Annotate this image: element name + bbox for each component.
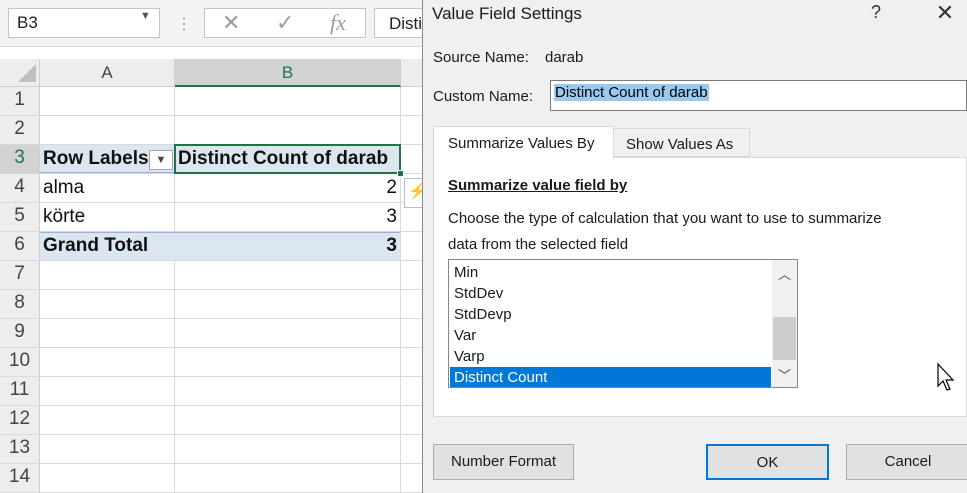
toolbar-grip-icon: ⋮ [176,16,192,33]
help-button[interactable]: ? [866,2,886,28]
row-header-1[interactable]: 1 [0,87,40,116]
row-header-8[interactable]: 8 [0,290,40,319]
custom-name-input[interactable]: Distinct Count of darab [550,80,967,111]
summarize-function-list[interactable]: Min StdDev StdDevp Var Varp Distinct Cou… [448,259,798,388]
scrollbar-thumb[interactable] [773,317,796,360]
select-all-triangle-icon [18,64,36,82]
source-name-value: darab [545,49,584,66]
row-header-11[interactable]: 11 [0,377,40,406]
list-item-distinct-count[interactable]: Distinct Count [450,367,771,387]
row-labels-filter-button[interactable]: ▼ [149,150,173,170]
insert-function-icon[interactable]: fx [330,10,346,36]
row-header-5[interactable]: 5 [0,203,40,232]
description-line-2: data from the selected field [448,236,629,253]
scroll-up-icon[interactable]: ︿ [772,260,797,286]
row-header-7[interactable]: 7 [0,261,40,290]
list-item-min[interactable]: Min [450,262,771,283]
pivot-item-value[interactable]: 3 [176,203,400,231]
pivot-row-labels-header[interactable]: Row Labels [43,145,148,173]
ok-button[interactable]: OK [706,444,829,480]
name-box-dropdown-icon[interactable]: ▼ [140,10,151,22]
custom-name-value: Distinct Count of darab [554,84,709,101]
pivot-item-label[interactable]: alma [43,174,173,202]
row-header-2[interactable]: 2 [0,116,40,145]
row-header-10[interactable]: 10 [0,348,40,377]
tab-show-values-as[interactable]: Show Values As [614,128,750,157]
row-header-3[interactable]: 3 [0,145,40,174]
row-header-6[interactable]: 6 [0,232,40,261]
row-header-4[interactable]: 4 [0,174,40,203]
row-header-12[interactable]: 12 [0,406,40,435]
name-box[interactable]: B3 [8,8,160,38]
column-header-b[interactable]: B [175,59,401,87]
scroll-down-icon[interactable]: ﹀ [772,361,797,387]
row-header-9[interactable]: 9 [0,319,40,348]
row-header-14[interactable]: 14 [0,464,40,493]
pivot-item-value[interactable]: 2 [176,174,400,202]
section-title: Summarize value field by [448,177,627,194]
confirm-entry-icon[interactable]: ✓ [276,10,294,36]
grand-total-label[interactable]: Grand Total [43,232,173,260]
source-name-label: Source Name: [433,49,529,66]
list-item-stddevp[interactable]: StdDevp [450,304,771,325]
row-header-13[interactable]: 13 [0,435,40,464]
description-line-1: Choose the type of calculation that you … [448,210,882,227]
active-cell-selection [174,144,401,174]
tab-summarize-values-by[interactable]: Summarize Values By [433,126,614,159]
grand-total-value[interactable]: 3 [176,232,400,260]
section-title-text: Summarize value field by [448,177,628,194]
column-header-a[interactable]: A [40,59,175,87]
number-format-button[interactable]: Number Format [433,444,574,480]
list-item-stddev[interactable]: StdDev [450,283,771,304]
cancel-entry-icon[interactable]: ✕ [222,10,240,36]
cancel-button[interactable]: Cancel [846,444,967,480]
list-item-varp[interactable]: Varp [450,346,771,367]
mouse-cursor-icon [937,362,955,391]
close-icon[interactable]: ✕ [930,0,960,28]
custom-name-label: Custom Name: [433,88,534,105]
list-item-var[interactable]: Var [450,325,771,346]
pivot-item-label[interactable]: körte [43,203,173,231]
dialog-title: Value Field Settings [432,4,582,23]
